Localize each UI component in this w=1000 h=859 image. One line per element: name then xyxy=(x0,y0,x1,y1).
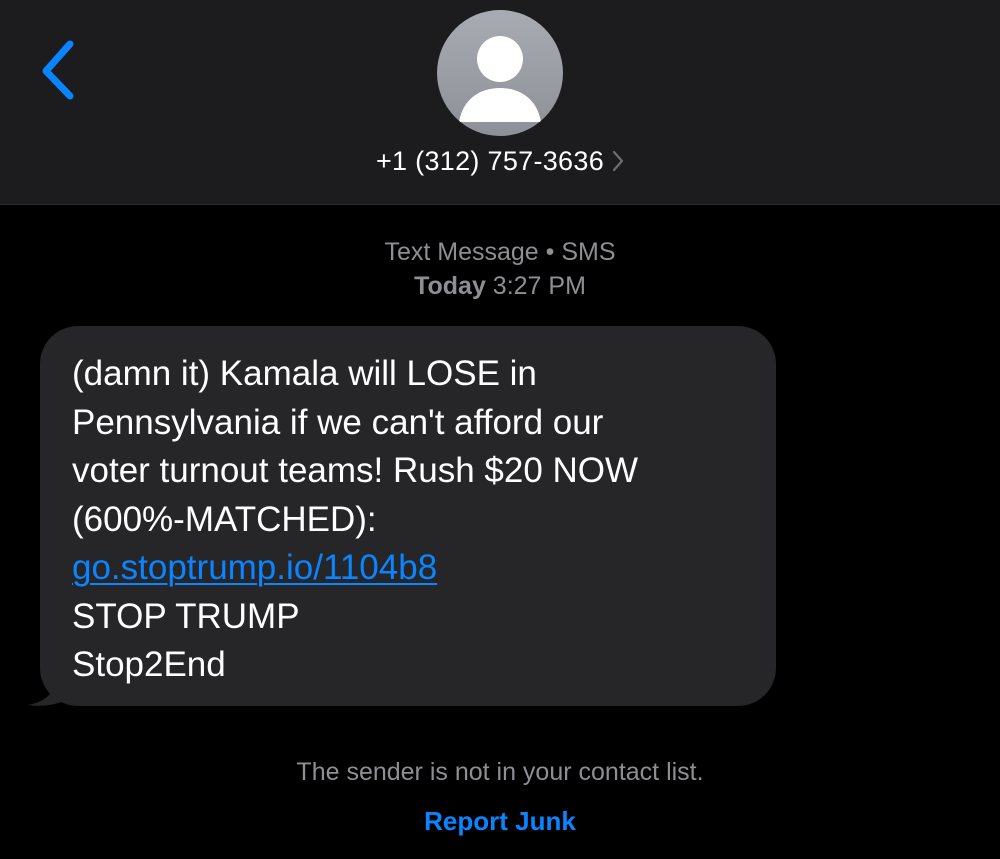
chevron-right-icon xyxy=(612,150,624,171)
contact-name-button[interactable]: +1 (312) 757-3636 xyxy=(0,146,1000,177)
message-line: (600%-MATCHED): xyxy=(72,499,377,539)
message-line: voter turnout teams! Rush $20 NOW xyxy=(72,451,639,490)
unknown-sender-notice: The sender is not in your contact list. xyxy=(296,758,704,786)
message-signature-line: Stop2End xyxy=(72,645,226,684)
message-line: (damn it) Kamala will LOSE in xyxy=(72,354,537,393)
message-service-label: Text Message • SMS xyxy=(384,238,616,266)
chevron-left-icon xyxy=(42,40,74,100)
back-button[interactable] xyxy=(34,38,84,102)
message-body: (damn it) Kamala will LOSE in Pennsylvan… xyxy=(72,350,762,690)
conversation-header: +1 (312) 757-3636 xyxy=(0,0,1000,205)
timestamp-time: 3:27 PM xyxy=(492,272,586,300)
report-junk-button[interactable]: Report Junk xyxy=(0,806,1000,837)
contact-name: +1 (312) 757-3636 xyxy=(375,146,605,176)
message-link[interactable]: go.stoptrump.io/1104b8 xyxy=(72,548,437,587)
person-silhouette-icon xyxy=(459,36,541,122)
message-line: Pennsylvania if we can't afford our xyxy=(72,402,604,442)
timestamp-day: Today xyxy=(414,272,486,300)
message-timestamp: Today 3:27 PM xyxy=(0,272,1000,301)
contact-avatar[interactable] xyxy=(437,10,563,136)
message-signature-line: STOP TRUMP xyxy=(72,596,300,636)
